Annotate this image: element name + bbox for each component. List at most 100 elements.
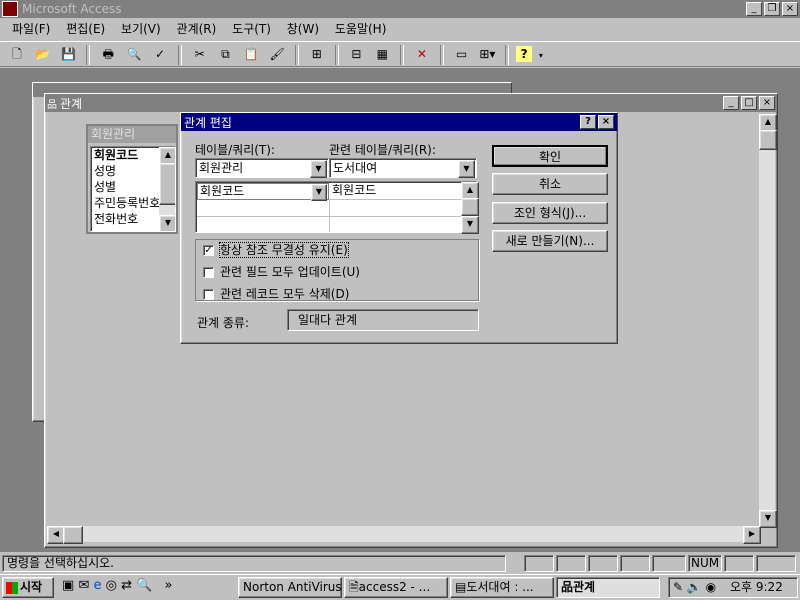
table-query-label: 테이블/쿼리(T): <box>195 143 275 157</box>
task-rental[interactable]: ▤도서대여 : ... <box>450 577 554 598</box>
dialog-close-icon[interactable]: × <box>598 115 614 129</box>
field-scroll-thumb[interactable] <box>159 163 175 205</box>
cascade-delete-checkbox[interactable] <box>203 289 214 300</box>
related-table-select[interactable]: 도서대여 ▼ <box>329 158 477 178</box>
dialog-titlebar: 관계 편집 ? × <box>181 113 617 131</box>
grid-cell-right[interactable]: 회원코드 <box>329 183 461 200</box>
grid-col-divider <box>329 200 330 232</box>
status-bar: 명령을 선택하십시오. NUM <box>0 553 800 573</box>
restore-icon[interactable]: ❐ <box>764 2 780 16</box>
more-icon[interactable]: » <box>164 578 172 593</box>
format-painter-icon[interactable]: 🖌 <box>266 43 288 65</box>
new-object-icon[interactable]: ⊞▾ <box>476 43 498 65</box>
enforce-label[interactable]: 항상 참조 무결성 유지(E) <box>219 242 349 258</box>
table-box-title[interactable]: 회원관리 <box>88 126 176 143</box>
chevron-down-icon[interactable]: ▼ <box>311 184 327 201</box>
delete-icon[interactable]: ✕ <box>411 43 433 65</box>
ie-icon[interactable]: e <box>93 578 101 593</box>
hscroll-thumb[interactable] <box>63 526 83 544</box>
cancel-button[interactable]: 취소 <box>492 173 608 195</box>
new-icon[interactable]: 🗋 <box>6 45 28 67</box>
grid-scrollbar[interactable]: ▲ ▼ <box>461 182 479 234</box>
network-icon[interactable]: ⇄ <box>121 578 132 593</box>
grid-scroll-down-icon[interactable]: ▼ <box>461 216 479 234</box>
show-direct-icon[interactable]: ⊟ <box>345 43 367 65</box>
menu-file[interactable]: 파일(F) <box>6 22 56 36</box>
join-type-button[interactable]: 조인 형식(J)... <box>492 202 608 224</box>
status-panel-4 <box>620 555 650 572</box>
tray-app-icon[interactable]: ◉ <box>706 580 716 594</box>
chevron-down-icon[interactable]: ▼ <box>458 160 475 178</box>
save-icon[interactable]: 💾 <box>58 43 80 65</box>
table-icon: ▤ <box>455 580 467 594</box>
cascade-update-label[interactable]: 관련 필드 모두 업데이트(U) <box>220 265 360 279</box>
task-norton[interactable]: Norton AntiVirus <box>238 577 342 598</box>
windows-logo-icon <box>6 581 18 594</box>
child-maximize-icon[interactable]: □ <box>741 96 757 110</box>
chevron-down-icon[interactable]: ▼ <box>310 160 327 178</box>
dialog-help-icon[interactable]: ? <box>580 115 596 129</box>
preview-icon[interactable]: 🔍 <box>123 43 145 65</box>
grid-cell-left[interactable]: 회원코드 ▼ <box>197 183 329 201</box>
word-icon: 🗎 <box>349 580 359 594</box>
grid-right-value: 회원코드 <box>332 183 377 197</box>
table-query-select[interactable]: 회원관리 ▼ <box>195 158 329 178</box>
minimize-icon[interactable]: _ <box>746 2 762 16</box>
help-icon[interactable]: ? <box>516 46 533 62</box>
child-close-icon[interactable]: × <box>759 96 775 110</box>
enforce-checkbox[interactable]: ✓ <box>203 245 214 256</box>
show-table-icon[interactable]: ⊞ <box>306 43 328 65</box>
scroll-thumb[interactable] <box>759 130 777 150</box>
field-grid[interactable]: 회원코드 ▼ 회원코드 ▲ ▼ <box>195 181 479 234</box>
paste-icon[interactable]: 📋 <box>240 43 262 65</box>
enforce-row[interactable]: ✓ 항상 참조 무결성 유지(E) <box>203 241 349 258</box>
menu-tools[interactable]: 도구(T) <box>226 22 277 36</box>
task-relations[interactable]: 品관계 <box>556 577 660 598</box>
menu-window[interactable]: 창(W) <box>281 22 325 36</box>
table-field-list[interactable]: 회원코드 성명 성별 주민등록번호 전화번호 ▲ ▼ <box>90 146 176 232</box>
horizontal-scrollbar[interactable]: ◀ ▶ <box>47 526 761 544</box>
desktop-icon[interactable]: ▣ <box>62 578 74 593</box>
edit-relationships-dialog: 관계 편집 ? × 테이블/쿼리(T): 관련 테이블/쿼리(R): 회원관리 … <box>180 112 618 344</box>
channels-icon[interactable]: ◎ <box>106 578 117 593</box>
status-panel-7 <box>756 555 796 572</box>
search-icon[interactable]: 🔍 <box>136 578 152 593</box>
cascade-delete-label[interactable]: 관련 레코드 모두 삭제(D) <box>220 287 349 301</box>
create-new-button[interactable]: 새로 만들기(N)... <box>492 230 608 252</box>
field-scroll-down-icon[interactable]: ▼ <box>159 215 175 231</box>
quick-launch: ▣ ✉ e ◎ ⇄ 🔍 » <box>62 578 232 598</box>
access-icon[interactable] <box>2 1 18 17</box>
clock: 오후 9:22 <box>729 580 783 594</box>
grid-scroll-thumb[interactable] <box>461 198 479 216</box>
open-icon[interactable]: 📂 <box>32 43 54 65</box>
help-dropdown-icon[interactable]: ▾ <box>536 45 546 67</box>
pen-icon[interactable]: ✎ <box>673 580 683 594</box>
child-minimize-icon[interactable]: _ <box>723 96 739 110</box>
copy-icon[interactable]: ⧉ <box>214 44 236 66</box>
menu-relations[interactable]: 관계(R) <box>171 22 223 36</box>
menu-help[interactable]: 도움말(H) <box>329 22 393 36</box>
task-access2[interactable]: 🗎access2 - ... <box>344 577 448 598</box>
menu-view[interactable]: 보기(V) <box>115 22 167 36</box>
scroll-right-icon[interactable]: ▶ <box>743 526 761 544</box>
scroll-down-icon[interactable]: ▼ <box>759 510 777 528</box>
menu-edit[interactable]: 편집(E) <box>60 22 111 36</box>
close-icon[interactable]: × <box>782 2 798 16</box>
volume-icon[interactable]: 🔈 <box>687 580 702 594</box>
relationships-icon[interactable]: 品 <box>47 96 57 111</box>
cascade-delete-row[interactable]: 관련 레코드 모두 삭제(D) <box>203 285 349 302</box>
table-box[interactable]: 회원관리 회원코드 성명 성별 주민등록번호 전화번호 ▲ ▼ <box>86 124 178 234</box>
field-list-scrollbar[interactable]: ▲ ▼ <box>159 147 175 231</box>
cascade-update-row[interactable]: 관련 필드 모두 업데이트(U) <box>203 263 360 280</box>
cascade-update-checkbox[interactable] <box>203 267 214 278</box>
spell-icon[interactable]: ✓ <box>149 43 171 65</box>
vertical-scrollbar[interactable]: ▲ ▼ <box>759 114 777 528</box>
ok-button[interactable]: 확인 <box>492 145 608 167</box>
show-all-icon[interactable]: ▦ <box>371 43 393 65</box>
database-window-icon[interactable]: ▭ <box>451 43 473 65</box>
app-titlebar: Microsoft Access _ ❐ × <box>0 0 800 18</box>
print-icon[interactable]: 🖶 <box>97 45 119 67</box>
cut-icon[interactable]: ✂ <box>189 43 211 65</box>
start-button[interactable]: 시작 <box>2 577 54 598</box>
outlook-icon[interactable]: ✉ <box>78 578 89 593</box>
